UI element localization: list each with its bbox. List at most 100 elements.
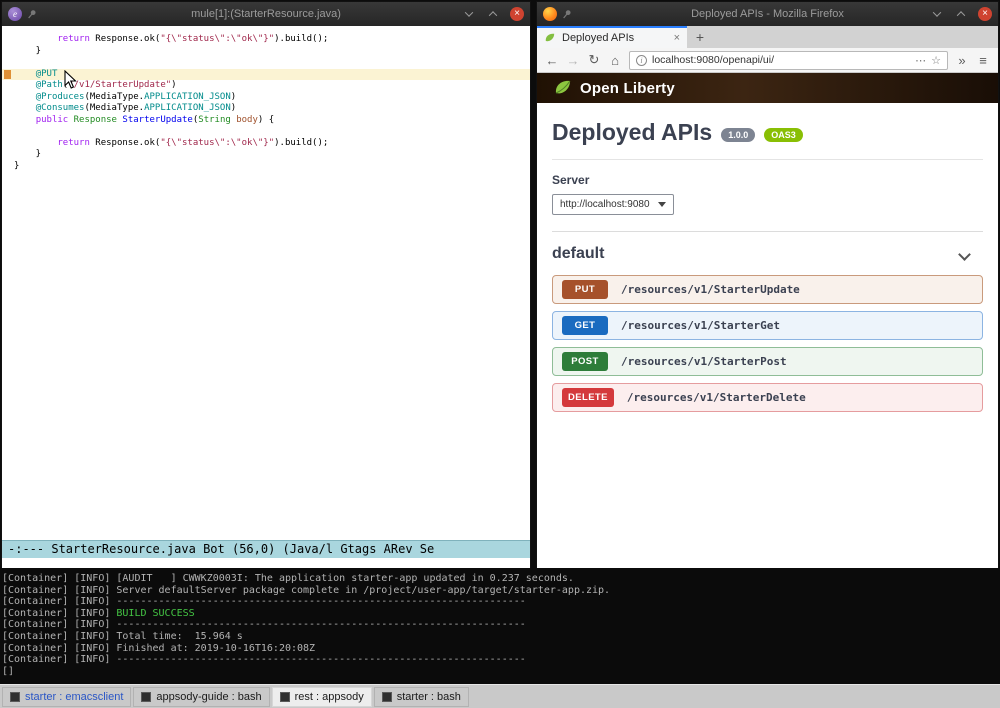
tab-deployed-apis[interactable]: Deployed APIs × xyxy=(537,26,687,48)
terminal-window-icon xyxy=(10,692,20,702)
firefox-tabbar: Deployed APIs × + xyxy=(537,26,998,48)
code-line: @PUT xyxy=(2,69,530,81)
taskbar-item[interactable]: starter : emacsclient xyxy=(2,687,131,707)
firefox-window: Deployed APIs - Mozilla Firefox × Deploy… xyxy=(537,2,998,568)
overflow-icon[interactable]: » xyxy=(955,53,969,68)
server-select[interactable]: http://localhost:9080 xyxy=(552,194,674,215)
terminal-line: [Container] [INFO] ---------------------… xyxy=(2,596,1000,608)
open-liberty-logo-icon xyxy=(553,78,573,98)
home-icon[interactable]: ⌂ xyxy=(608,53,622,68)
emacs-close-button[interactable]: × xyxy=(510,7,524,21)
code-line: @Produces(MediaType.APPLICATION_JSON) xyxy=(2,92,530,104)
code-line xyxy=(2,57,530,69)
endpoint-row[interactable]: POST/resources/v1/StarterPost xyxy=(552,347,983,376)
open-liberty-favicon xyxy=(544,32,556,44)
endpoint-path: /resources/v1/StarterPost xyxy=(621,355,787,368)
terminal-line: [Container] [INFO] Server defaultServer … xyxy=(2,585,1000,597)
terminal-window-icon xyxy=(382,692,392,702)
terminal-line: [Container] [INFO] [AUDIT ] CWWKZ0003I: … xyxy=(2,573,1000,585)
endpoint-row[interactable]: PUT/resources/v1/StarterUpdate xyxy=(552,275,983,304)
method-badge: DELETE xyxy=(562,388,614,407)
endpoint-row[interactable]: GET/resources/v1/StarterGet xyxy=(552,311,983,340)
divider xyxy=(552,231,983,232)
page-title: Deployed APIs xyxy=(552,119,712,146)
forward-icon[interactable]: → xyxy=(566,53,580,68)
code-line: @Path("/v1/StarterUpdate") xyxy=(2,80,530,92)
pin-icon xyxy=(27,9,37,20)
openapi-page: Open Liberty Deployed APIs 1.0.0 OAS3 Se… xyxy=(537,73,998,568)
emacs-minibuffer[interactable] xyxy=(2,558,530,568)
endpoint-path: /resources/v1/StarterUpdate xyxy=(621,283,800,296)
caret-down-icon xyxy=(658,202,666,207)
collapse-chevron-icon[interactable] xyxy=(958,248,971,261)
endpoint-row[interactable]: DELETE/resources/v1/StarterDelete xyxy=(552,383,983,412)
taskbar-item[interactable]: rest : appsody xyxy=(272,687,372,707)
method-badge: POST xyxy=(562,352,608,371)
code-line: return Response.ok("{\"status\":\"ok\"}"… xyxy=(2,138,530,150)
terminal-output[interactable]: [Container] [INFO] [AUDIT ] CWWKZ0003I: … xyxy=(0,568,1000,684)
site-info-icon[interactable]: i xyxy=(636,55,647,66)
taskbar-items: starter : emacsclient appsody-guide : bas… xyxy=(0,684,1000,708)
menu-icon[interactable]: ≡ xyxy=(976,53,990,68)
url-text[interactable]: localhost:9080/openapi/ui/ xyxy=(652,54,910,66)
code-line: public Response StarterUpdate(String bod… xyxy=(2,115,530,127)
open-liberty-banner: Open Liberty xyxy=(537,73,998,103)
firefox-app-icon xyxy=(543,7,557,21)
server-select-value: http://localhost:9080 xyxy=(560,199,650,210)
firefox-close-button[interactable]: × xyxy=(978,7,992,21)
code-line: } xyxy=(2,161,530,173)
emacs-minimize-button[interactable] xyxy=(462,7,476,21)
section-default-header[interactable]: default xyxy=(552,245,983,263)
pin-icon xyxy=(562,9,572,20)
code-line: return Response.ok("{\"status\":\"ok\"}"… xyxy=(2,34,530,46)
terminal-window-icon xyxy=(280,692,290,702)
firefox-navbar: ← → ↻ ⌂ i localhost:9080/openapi/ui/ ⋯ ☆… xyxy=(537,48,998,73)
new-tab-button[interactable]: + xyxy=(687,26,713,48)
emacs-titlebar[interactable]: e mule[1]:(StarterResource.java) × xyxy=(2,2,530,26)
firefox-window-title: Deployed APIs - Mozilla Firefox xyxy=(613,8,922,20)
bookmark-star-icon[interactable]: ☆ xyxy=(931,54,941,67)
firefox-titlebar[interactable]: Deployed APIs - Mozilla Firefox × xyxy=(537,2,998,26)
code-line: } xyxy=(2,149,530,161)
emacs-maximize-button[interactable] xyxy=(486,7,500,21)
section-title: default xyxy=(552,245,604,263)
url-bar[interactable]: i localhost:9080/openapi/ui/ ⋯ ☆ xyxy=(629,51,948,70)
taskbar-item-label: starter : emacsclient xyxy=(25,691,123,703)
emacs-buffer[interactable]: return Response.ok("{\"status\":\"ok\"}"… xyxy=(2,26,530,540)
firefox-maximize-button[interactable] xyxy=(954,7,968,21)
taskbar-item-label: starter : bash xyxy=(397,691,461,703)
emacs-window-title: mule[1]:(StarterResource.java) xyxy=(78,8,454,20)
divider xyxy=(552,159,983,160)
tab-label: Deployed APIs xyxy=(562,32,668,44)
terminal-line: [Container] [INFO] ---------------------… xyxy=(2,654,1000,666)
taskbar-item-label: rest : appsody xyxy=(295,691,364,703)
method-badge: GET xyxy=(562,316,608,335)
emacs-window: e mule[1]:(StarterResource.java) × retur… xyxy=(2,2,530,568)
method-badge: PUT xyxy=(562,280,608,299)
reload-icon[interactable]: ↻ xyxy=(587,52,601,68)
terminal-window-icon xyxy=(141,692,151,702)
code-line: } xyxy=(2,46,530,58)
taskbar-item[interactable]: starter : bash xyxy=(374,687,469,707)
oas-badge: OAS3 xyxy=(764,128,803,142)
taskbar-item[interactable]: appsody-guide : bash xyxy=(133,687,269,707)
firefox-minimize-button[interactable] xyxy=(930,7,944,21)
chevron-up-icon xyxy=(489,11,497,19)
endpoint-path: /resources/v1/StarterGet xyxy=(621,319,780,332)
chevron-down-icon xyxy=(465,8,473,16)
terminal-line: [Container] [INFO] ---------------------… xyxy=(2,619,1000,631)
taskbar-item-label: appsody-guide : bash xyxy=(156,691,261,703)
mouse-cursor xyxy=(64,70,77,90)
terminal-line: [Container] [INFO] Total time: 15.964 s xyxy=(2,631,1000,643)
endpoint-path: /resources/v1/StarterDelete xyxy=(627,391,806,404)
emacs-app-icon: e xyxy=(8,7,22,21)
code-area[interactable]: return Response.ok("{\"status\":\"ok\"}"… xyxy=(2,26,530,172)
back-icon[interactable]: ← xyxy=(545,53,559,68)
tab-close-icon[interactable]: × xyxy=(674,32,680,44)
terminal-line: [Container] [INFO] Finished at: 2019-10-… xyxy=(2,643,1000,655)
code-line xyxy=(2,126,530,138)
page-actions-icon[interactable]: ⋯ xyxy=(915,54,926,67)
version-badge: 1.0.0 xyxy=(721,128,755,142)
chevron-down-icon xyxy=(933,8,941,16)
open-liberty-brand: Open Liberty xyxy=(580,80,675,97)
